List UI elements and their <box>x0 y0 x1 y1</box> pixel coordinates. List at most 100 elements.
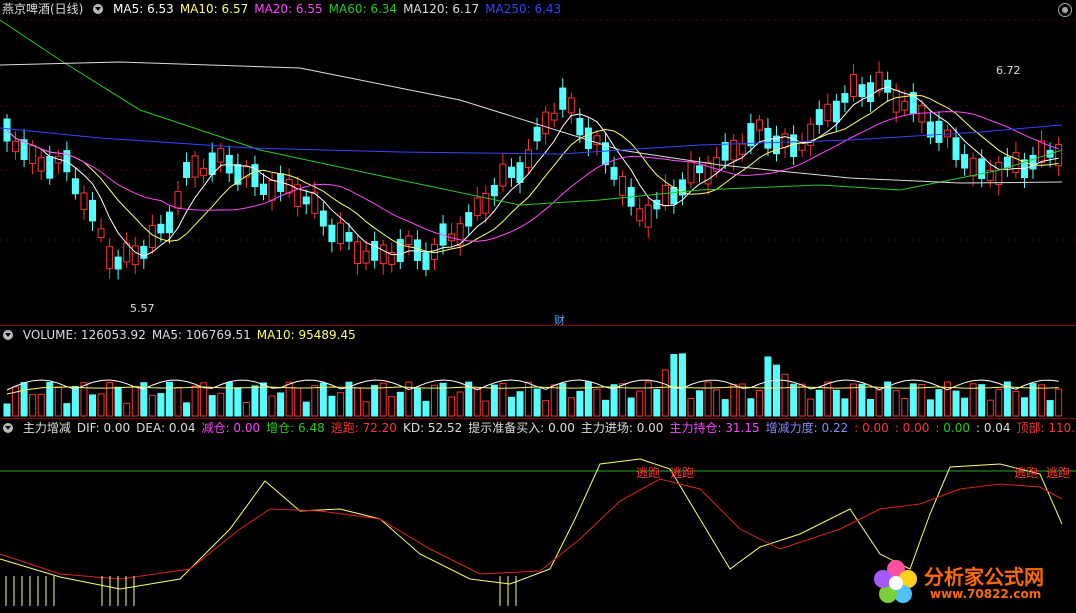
volume-bar <box>157 393 165 417</box>
ma10-line <box>6 94 1059 254</box>
ma5-line <box>6 86 1059 257</box>
volume-bar <box>576 390 584 417</box>
volume-panel[interactable]: VOLUME: 126053.92 MA5: 106769.51 MA10: 954… <box>0 326 1076 418</box>
candle-body <box>1012 152 1020 173</box>
indicator-label: MA5: 106769.51 <box>151 328 251 342</box>
volume-bar <box>97 393 105 417</box>
dropdown-icon[interactable] <box>3 423 13 433</box>
volume-bar <box>687 397 695 417</box>
volume-bar <box>858 383 866 417</box>
candle-body <box>1038 140 1046 164</box>
volume-bar <box>807 398 815 417</box>
candle-body <box>661 184 669 207</box>
price-chart[interactable] <box>0 0 1076 325</box>
volume-bar <box>37 393 45 417</box>
indicator-label: MA60: 6.34 <box>328 2 398 16</box>
candle-body <box>1003 156 1011 168</box>
candle-body <box>29 145 37 164</box>
volume-bar <box>995 388 1003 417</box>
volume-bar <box>89 394 96 417</box>
volume-bar <box>670 354 678 417</box>
volume-bar <box>892 390 900 417</box>
volume-bar <box>302 401 310 417</box>
indicator-label: : 0.00 <box>854 421 889 435</box>
candle-body <box>157 223 165 234</box>
candle-body <box>995 161 1003 185</box>
indicator-label: MA20: 6.55 <box>254 2 323 16</box>
price-header: 燕京啤酒(日线) MA5: 6.53 MA10: 6.57 MA20: 6.55 MA… <box>0 0 573 18</box>
candle-body <box>781 133 789 148</box>
candle-body <box>798 142 806 151</box>
candle-body <box>576 117 584 136</box>
volume-bar <box>747 398 755 417</box>
candle-body <box>336 222 344 245</box>
volume-bar <box>431 384 438 417</box>
candle-body <box>174 191 182 209</box>
candle-body <box>892 89 900 113</box>
volume-bar <box>824 381 832 417</box>
volume-bar <box>165 381 173 417</box>
volume-bar <box>123 402 131 417</box>
candle-body <box>131 245 139 266</box>
volume-bar <box>328 395 336 417</box>
volume-bar <box>1012 390 1020 417</box>
volume-header: VOLUME: 126053.92 MA5: 106769.51 MA10: 954… <box>0 326 368 344</box>
volume-bar <box>71 386 79 417</box>
candle-body <box>849 74 857 98</box>
candle-body <box>567 97 575 114</box>
volume-bar <box>191 385 199 417</box>
candle-body <box>89 199 96 222</box>
candle-body <box>610 166 618 180</box>
volume-bar <box>730 383 738 417</box>
candle-body <box>764 127 772 149</box>
candle-body <box>165 211 173 234</box>
volume-bar <box>371 384 379 417</box>
candle-body <box>499 163 507 187</box>
indicator-label: 逃跑: 72.20 <box>330 421 397 435</box>
volume-bar <box>63 403 71 417</box>
price-panel[interactable]: 燕京啤酒(日线) MA5: 6.53 MA10: 6.57 MA20: 6.55 MA… <box>0 0 1076 327</box>
volume-bar <box>678 353 686 417</box>
indicator-label: 提示准备买入: 0.00 <box>468 421 575 435</box>
candle-body <box>354 241 362 265</box>
volume-bar <box>610 384 618 417</box>
candle-body <box>46 156 54 179</box>
volume-bar <box>602 399 609 417</box>
candle-body <box>636 208 644 222</box>
dropdown-icon[interactable] <box>3 330 13 340</box>
candle-body <box>584 127 592 150</box>
candle-body <box>422 252 430 270</box>
volume-bar <box>473 388 481 417</box>
volume-bar <box>490 384 498 417</box>
volume-bar <box>3 403 11 417</box>
volume-bar <box>815 389 823 417</box>
volume-bar <box>849 383 857 417</box>
candle-body <box>738 143 746 155</box>
signal-label: 逃跑 <box>670 466 695 480</box>
candle-body <box>559 87 567 110</box>
volume-bar <box>619 383 627 417</box>
volume-bar <box>507 396 515 417</box>
volume-bar <box>653 389 661 417</box>
candle-body <box>260 183 267 195</box>
high-price-label: 6.72 <box>996 64 1021 77</box>
watermark-text: 分析家公式网 <box>924 565 1044 589</box>
indicator-label: : 0.00 <box>894 421 930 435</box>
candle-body <box>525 149 533 168</box>
candle-body <box>644 204 652 228</box>
price-indicator-list: MA5: 6.53 MA10: 6.57 MA20: 6.55 MA60: 6.34 M… <box>113 2 567 16</box>
volume-bar <box>311 385 319 417</box>
volume-bar <box>217 392 225 417</box>
candle-body <box>884 79 892 93</box>
candle-body <box>858 84 866 98</box>
candle-body <box>405 235 413 245</box>
indicator-label: 增仓: 6.48 <box>266 421 325 435</box>
candle-body <box>482 193 490 214</box>
volume-bar <box>388 396 396 417</box>
close-icon[interactable] <box>1058 3 1072 17</box>
indicator-label: DEA: 0.04 <box>136 421 196 435</box>
volume-bar <box>961 397 969 417</box>
volume-bar <box>636 390 644 417</box>
dropdown-icon[interactable] <box>93 4 104 14</box>
volume-bar <box>790 383 798 417</box>
